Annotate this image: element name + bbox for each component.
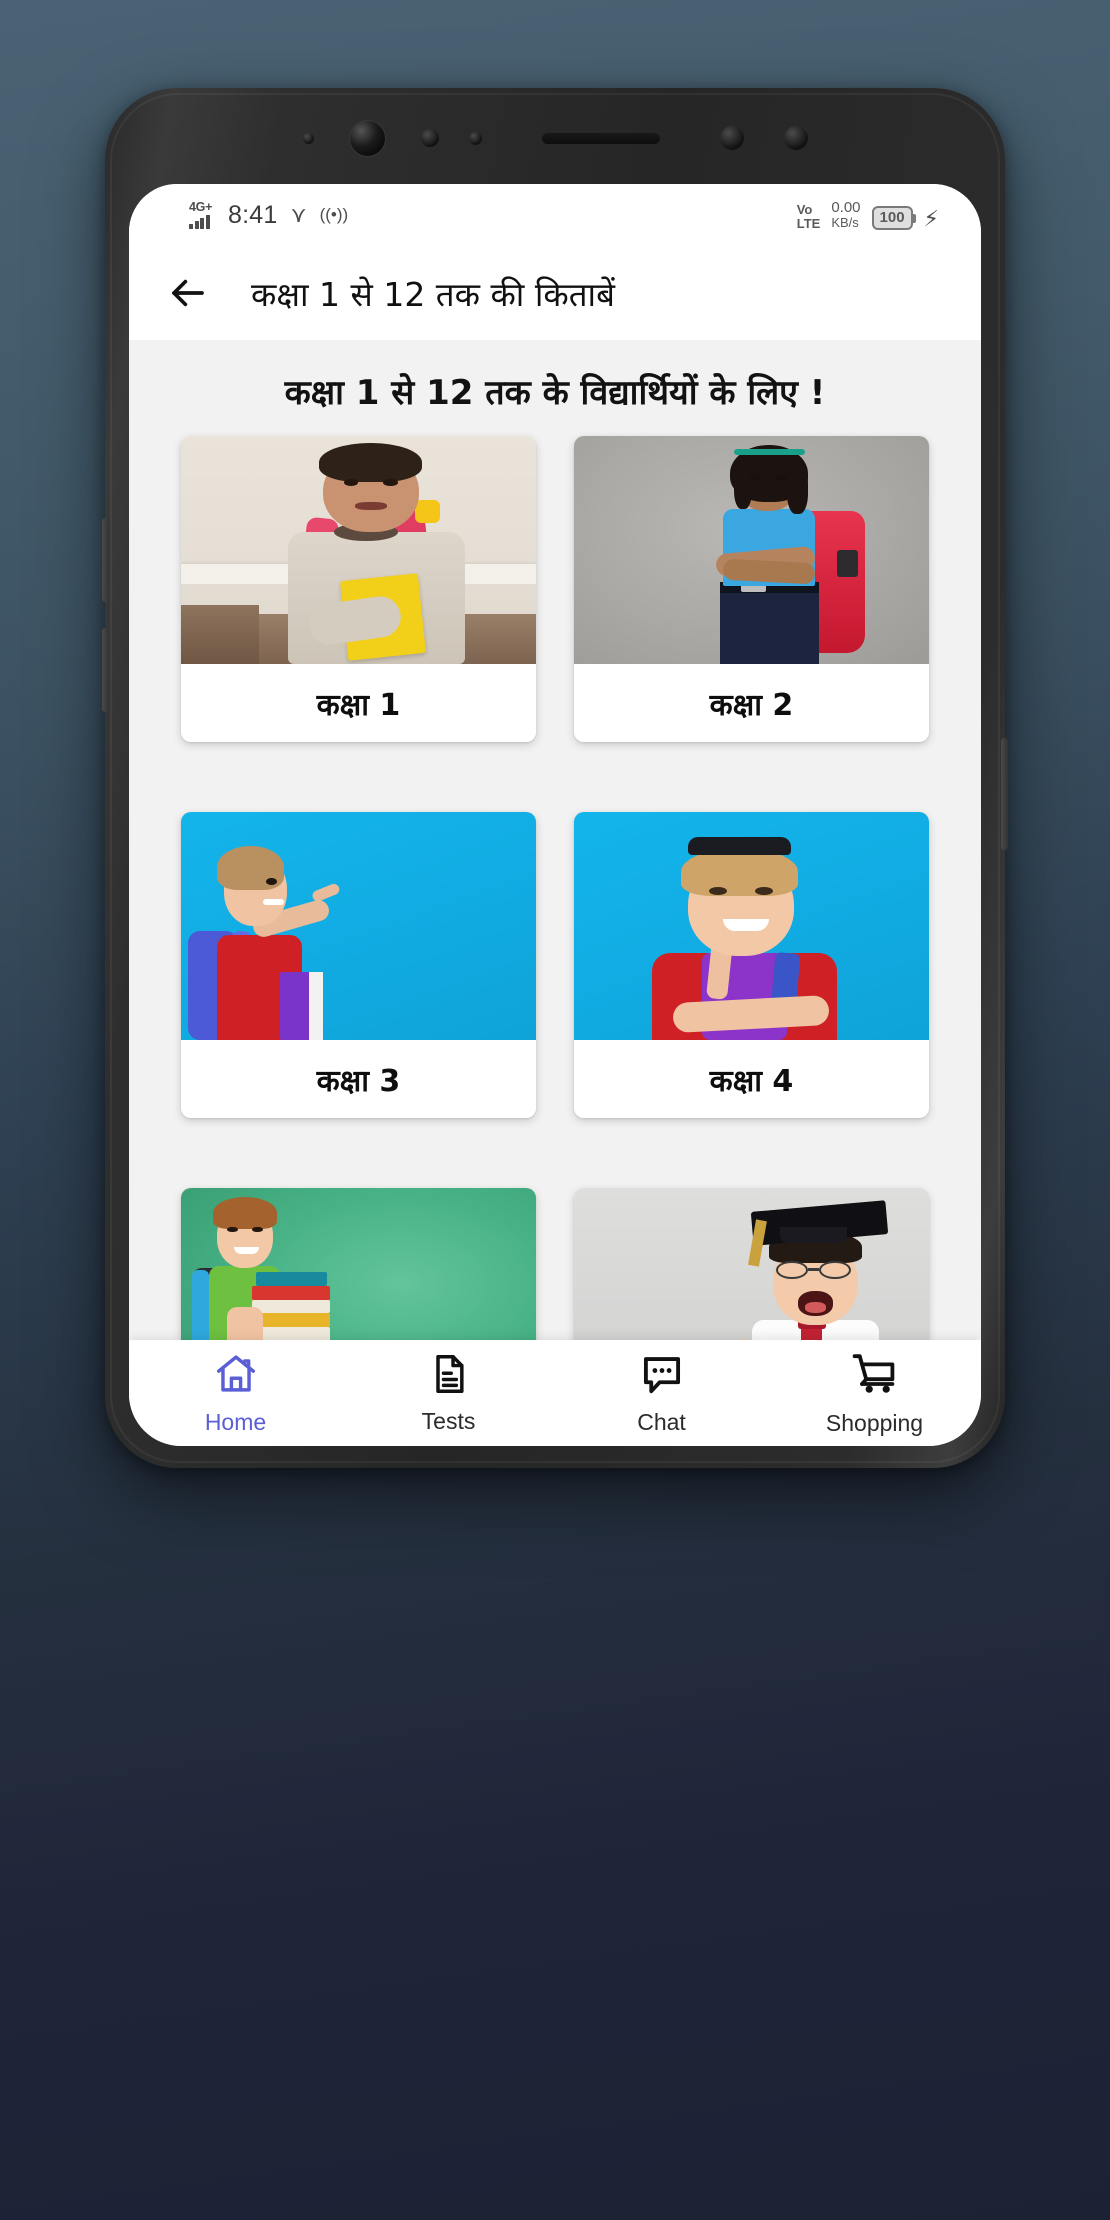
earpiece-speaker [541,132,660,144]
status-bar-clock: 8:41 [228,200,278,229]
status-bar: 4G+ 8:41 ⋎ ((•)) Vo LTE 0.00 KB/s 100 ⚡ [129,184,981,246]
volte-line-2: LTE [796,215,821,231]
class-card-6[interactable]: कक्षा 6 [574,1188,929,1340]
volume-up-button[interactable] [102,518,109,602]
class-card-4[interactable]: कक्षा 4 [574,812,929,1118]
usb-icon: ⋎ [290,202,307,227]
sensor-dot-icon [783,126,808,150]
document-icon [427,1352,471,1401]
class-card-1[interactable]: कक्षा 1 [181,436,536,742]
signal-bars-icon: 4G+ [189,201,215,230]
status-bar-right: Vo LTE 0.00 KB/s 100 ⚡ [797,198,939,232]
power-button[interactable] [1001,738,1008,850]
status-bar-left: 4G+ 8:41 ⋎ ((•)) [189,201,348,230]
phone-device-frame: 4G+ 8:41 ⋎ ((•)) Vo LTE 0.00 KB/s 100 ⚡ … [102,88,1008,1468]
class-card-5-photo [181,1188,536,1340]
volte-icon: Vo LTE [797,203,821,230]
light-sensor-icon [468,131,482,145]
volume-down-button[interactable] [102,628,109,712]
class-card-2-label: कक्षा 2 [574,664,929,742]
data-rate-value: 0.00 [831,198,861,216]
phone-screen: 4G+ 8:41 ⋎ ((•)) Vo LTE 0.00 KB/s 100 ⚡ … [129,184,981,1446]
class-card-3-photo [181,812,536,1040]
signal-strength-bars [189,215,215,230]
nav-item-chat[interactable]: Chat [555,1351,768,1436]
scroll-content[interactable]: कक्षा 1 से 12 तक के विद्यार्थियों के लिए… [129,340,981,1340]
class-card-2-photo [574,436,929,664]
volte-line-1: Vo [796,202,813,218]
class-card-4-label: कक्षा 4 [574,1040,929,1118]
app-bar: कक्षा 1 से 12 तक की किताबें [129,246,981,340]
network-type-label: 4G+ [189,199,213,214]
section-heading: कक्षा 1 से 12 तक के विद्यार्थियों के लिए… [284,373,826,413]
nav-item-home[interactable]: Home [129,1351,342,1436]
page-title: कक्षा 1 से 12 तक की किताबें [251,274,615,314]
class-card-6-photo [574,1188,929,1340]
proximity-sensor-icon [420,129,439,147]
nav-item-tests-label: Tests [421,1407,476,1434]
class-card-grid: कक्षा 1 कक्षा 2 कक्षा 3 कक्षा 4 [129,428,981,1340]
class-card-1-photo [181,436,536,664]
home-icon [213,1351,259,1402]
shopping-cart-icon [851,1350,899,1403]
class-card-1-label: कक्षा 1 [181,664,536,742]
data-rate-indicator: 0.00 KB/s [831,198,861,231]
front-camera-icon [349,120,385,156]
data-rate-unit: KB/s [831,215,859,231]
bottom-navigation-bar: Home Tests Chat Shopping [129,1340,981,1446]
battery-percent-badge: 100 [871,206,916,231]
class-card-2[interactable]: कक्षा 2 [574,436,929,742]
back-arrow-icon[interactable] [163,268,213,318]
class-card-3[interactable]: कक्षा 3 [181,812,536,1118]
nav-item-home-label: Home [204,1408,267,1435]
nav-item-shopping-label: Shopping [825,1409,924,1436]
charging-bolt-icon: ⚡ [923,206,939,232]
nav-item-chat-label: Chat [637,1408,686,1435]
chat-bubble-icon [639,1351,685,1402]
class-card-5[interactable]: कक्षा 5 [181,1188,536,1340]
nav-item-tests[interactable]: Tests [342,1352,555,1435]
class-card-3-label: कक्षा 3 [181,1040,536,1118]
sensor-dot-icon [719,126,744,150]
sensor-dot-icon [302,132,314,144]
hotspot-icon: ((•)) [319,205,349,224]
class-card-4-photo [574,812,929,1040]
sensor-cluster [105,118,1005,158]
nav-item-shopping[interactable]: Shopping [768,1350,981,1437]
